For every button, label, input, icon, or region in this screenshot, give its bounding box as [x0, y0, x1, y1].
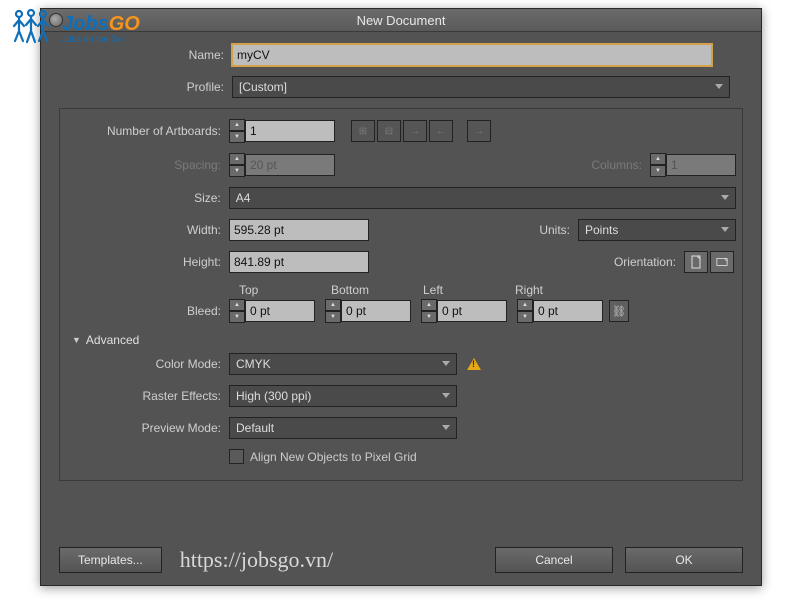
spacing-input — [245, 154, 335, 176]
units-label: Units: — [539, 223, 578, 237]
bleed-bottom-input[interactable] — [341, 300, 411, 322]
units-dropdown[interactable]: Points — [578, 219, 736, 241]
orientation-landscape-button[interactable] — [710, 251, 734, 273]
spacing-label: Spacing: — [66, 158, 229, 172]
spacing-stepper: ▲▼ — [229, 153, 243, 177]
bleed-label: Bleed: — [66, 304, 229, 318]
bleed-bottom-label: Bottom — [331, 283, 423, 297]
grid-by-col-icon: ⊟ — [377, 120, 401, 142]
bleed-top-label: Top — [239, 283, 331, 297]
orientation-label: Orientation: — [614, 255, 684, 269]
bleed-top-input[interactable] — [245, 300, 315, 322]
colormode-label: Color Mode: — [66, 357, 229, 371]
bleed-bottom-stepper[interactable]: ▲▼ — [325, 299, 339, 323]
orientation-portrait-button[interactable] — [684, 251, 708, 273]
jobsgo-logo: JobsGO Jobs on the Go — [6, 6, 140, 50]
width-label: Width: — [66, 223, 229, 237]
name-label: Name: — [59, 48, 232, 62]
advanced-disclosure[interactable]: Advanced — [72, 333, 736, 347]
link-bleed-icon[interactable]: ⛓ — [609, 300, 629, 322]
dialog-title: New Document — [357, 13, 446, 28]
bleed-left-stepper[interactable]: ▲▼ — [421, 299, 435, 323]
grid-by-row-icon: ⊞ — [351, 120, 375, 142]
bleed-right-input[interactable] — [533, 300, 603, 322]
bleed-right-stepper[interactable]: ▲▼ — [517, 299, 531, 323]
landscape-icon — [716, 255, 728, 269]
arrange-right-icon: → — [403, 120, 427, 142]
bleed-left-input[interactable] — [437, 300, 507, 322]
arrange-left-icon: ← — [429, 120, 453, 142]
columns-input — [666, 154, 736, 176]
align-pixel-grid-checkbox[interactable] — [229, 449, 244, 464]
width-input[interactable] — [229, 219, 369, 241]
height-input[interactable] — [229, 251, 369, 273]
size-dropdown[interactable]: A4 — [229, 187, 736, 209]
warning-icon — [467, 358, 481, 370]
cancel-button[interactable]: Cancel — [495, 547, 613, 573]
profile-dropdown[interactable]: [Custom] — [232, 76, 730, 98]
raster-label: Raster Effects: — [66, 389, 229, 403]
preview-dropdown[interactable]: Default — [229, 417, 457, 439]
bleed-left-label: Left — [423, 283, 515, 297]
bleed-right-label: Right — [515, 283, 607, 297]
raster-dropdown[interactable]: High (300 ppi) — [229, 385, 457, 407]
watermark-url: https://jobsgo.vn/ — [180, 547, 333, 573]
colormode-dropdown[interactable]: CMYK — [229, 353, 457, 375]
titlebar: New Document — [41, 9, 761, 32]
columns-label: Columns: — [591, 158, 650, 172]
bleed-top-stepper[interactable]: ▲▼ — [229, 299, 243, 323]
new-document-dialog: New Document Name: Profile: [Custom] Num… — [40, 8, 762, 586]
templates-button[interactable]: Templates... — [59, 547, 162, 573]
portrait-icon — [690, 255, 702, 269]
height-label: Height: — [66, 255, 229, 269]
artboards-input[interactable] — [245, 120, 335, 142]
columns-stepper: ▲▼ — [650, 153, 664, 177]
artboards-label: Number of Artboards: — [66, 124, 229, 138]
people-icon — [6, 6, 56, 50]
preview-label: Preview Mode: — [66, 421, 229, 435]
align-pixel-grid-label: Align New Objects to Pixel Grid — [250, 450, 417, 464]
artboards-stepper[interactable]: ▲▼ — [229, 119, 243, 143]
name-input[interactable] — [232, 44, 712, 66]
size-label: Size: — [66, 191, 229, 205]
arrow-right-icon: → — [467, 120, 491, 142]
ok-button[interactable]: OK — [625, 547, 743, 573]
profile-label: Profile: — [59, 80, 232, 94]
